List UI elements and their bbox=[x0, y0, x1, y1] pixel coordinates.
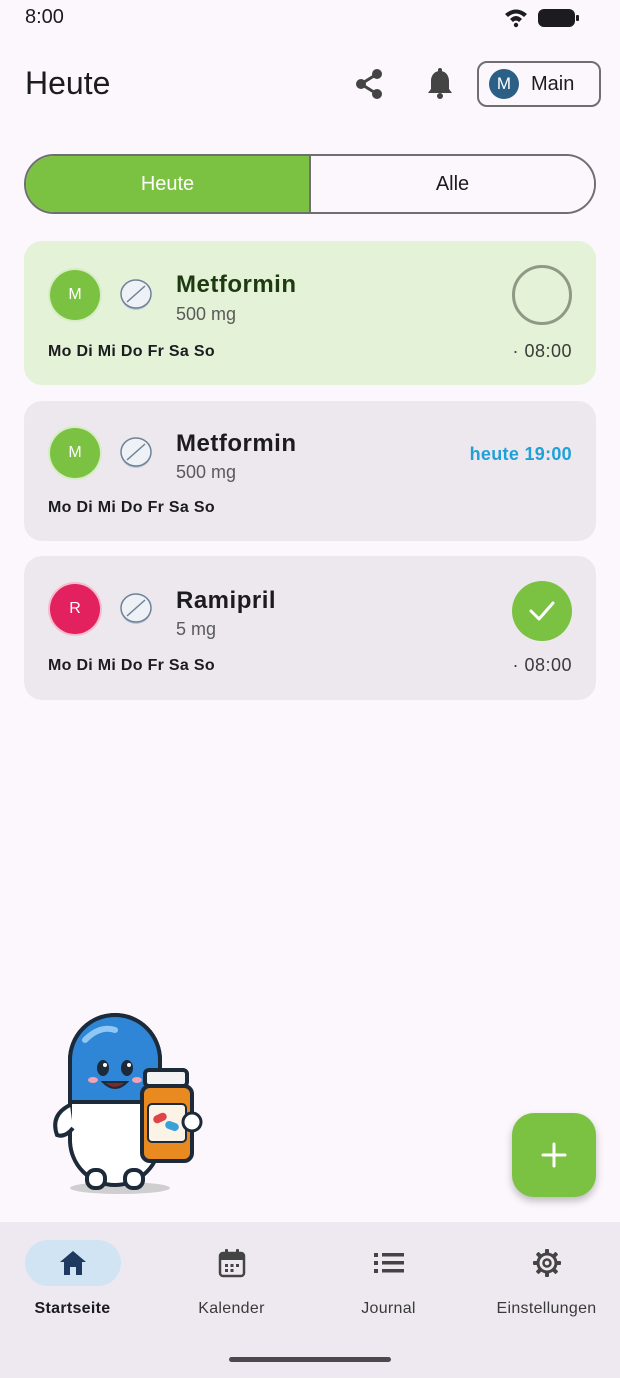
nav-label: Journal bbox=[361, 1300, 416, 1317]
nav-icon-container bbox=[184, 1240, 280, 1286]
status-time: 8:00 bbox=[25, 6, 64, 28]
tab-all[interactable]: Alle bbox=[309, 156, 594, 212]
pill-icon bbox=[120, 279, 152, 310]
medication-dose: 5 mg bbox=[176, 619, 217, 639]
medication-card[interactable]: M Metformin 500 mg Mo Di Mi Do Fr Sa So … bbox=[24, 241, 596, 385]
medication-card[interactable]: M Metformin 500 mg Mo Di Mi Do Fr Sa So … bbox=[24, 401, 596, 541]
nav-item-journal[interactable]: Journal bbox=[311, 1240, 466, 1318]
next-dose-time: heute 19:00 bbox=[469, 444, 572, 464]
pill-icon bbox=[120, 437, 152, 468]
weekday-schedule: Mo Di Mi Do Fr Sa So bbox=[48, 657, 215, 674]
profile-name: Main bbox=[531, 72, 575, 95]
medication-name: Metformin bbox=[176, 430, 297, 457]
bell-icon bbox=[428, 68, 452, 99]
dose-time: · 08:00 bbox=[512, 655, 572, 675]
status-icons bbox=[504, 8, 580, 28]
list-icon bbox=[373, 1253, 404, 1273]
mark-taken-button[interactable] bbox=[512, 265, 572, 325]
home-icon bbox=[59, 1251, 86, 1275]
medication-name: Ramipril bbox=[176, 587, 277, 614]
calendar-icon bbox=[218, 1249, 245, 1278]
gear-icon bbox=[532, 1249, 561, 1277]
nav-label: Kalender bbox=[198, 1300, 265, 1317]
nav-label: Startseite bbox=[34, 1300, 111, 1317]
tab-today[interactable]: Heute bbox=[26, 156, 309, 212]
medication-avatar: M bbox=[48, 426, 102, 480]
profile-selector[interactable]: M Main bbox=[477, 61, 601, 107]
nav-icon-container bbox=[499, 1240, 595, 1286]
nav-indicator bbox=[24, 1240, 121, 1286]
wifi-icon bbox=[505, 9, 527, 28]
profile-avatar: M bbox=[489, 69, 519, 99]
nav-item-calendar[interactable]: Kalender bbox=[154, 1240, 309, 1318]
nav-item-settings[interactable]: Einstellungen bbox=[469, 1240, 620, 1318]
check-icon bbox=[529, 601, 555, 621]
home-indicator[interactable] bbox=[229, 1357, 391, 1362]
medication-name: Metformin bbox=[176, 271, 297, 298]
nav-icon-container bbox=[341, 1240, 437, 1286]
medication-avatar: R bbox=[48, 582, 102, 636]
pill-icon bbox=[120, 593, 152, 624]
medication-dose: 500 mg bbox=[176, 462, 237, 482]
filter-tabs: Heute Alle bbox=[24, 154, 596, 214]
weekday-schedule: Mo Di Mi Do Fr Sa So bbox=[48, 343, 215, 360]
pill-mascot-illustration bbox=[53, 1013, 203, 1194]
medication-avatar: M bbox=[48, 268, 102, 322]
status-bar: 8:00 bbox=[0, 0, 620, 36]
dose-time: · 08:00 bbox=[512, 341, 572, 361]
page-title: Heute bbox=[25, 65, 111, 101]
bottom-navigation: Startseite Kalender Journal Einstellunge… bbox=[0, 1222, 620, 1378]
weekday-schedule: Mo Di Mi Do Fr Sa So bbox=[48, 499, 215, 516]
battery-icon bbox=[538, 9, 579, 27]
app-bar: Heute M Main bbox=[0, 55, 620, 115]
nav-label: Einstellungen bbox=[496, 1300, 597, 1317]
notifications-button[interactable] bbox=[421, 65, 459, 103]
medication-dose: 500 mg bbox=[176, 304, 237, 324]
taken-checkmark-button[interactable] bbox=[512, 581, 572, 641]
plus-icon bbox=[541, 1142, 567, 1168]
share-icon bbox=[356, 69, 382, 99]
add-medication-button[interactable] bbox=[512, 1113, 596, 1197]
medication-card[interactable]: R Ramipril 5 mg Mo Di Mi Do Fr Sa So · 0… bbox=[24, 556, 596, 700]
share-button[interactable] bbox=[350, 65, 388, 103]
nav-item-home[interactable]: Startseite bbox=[0, 1240, 150, 1318]
